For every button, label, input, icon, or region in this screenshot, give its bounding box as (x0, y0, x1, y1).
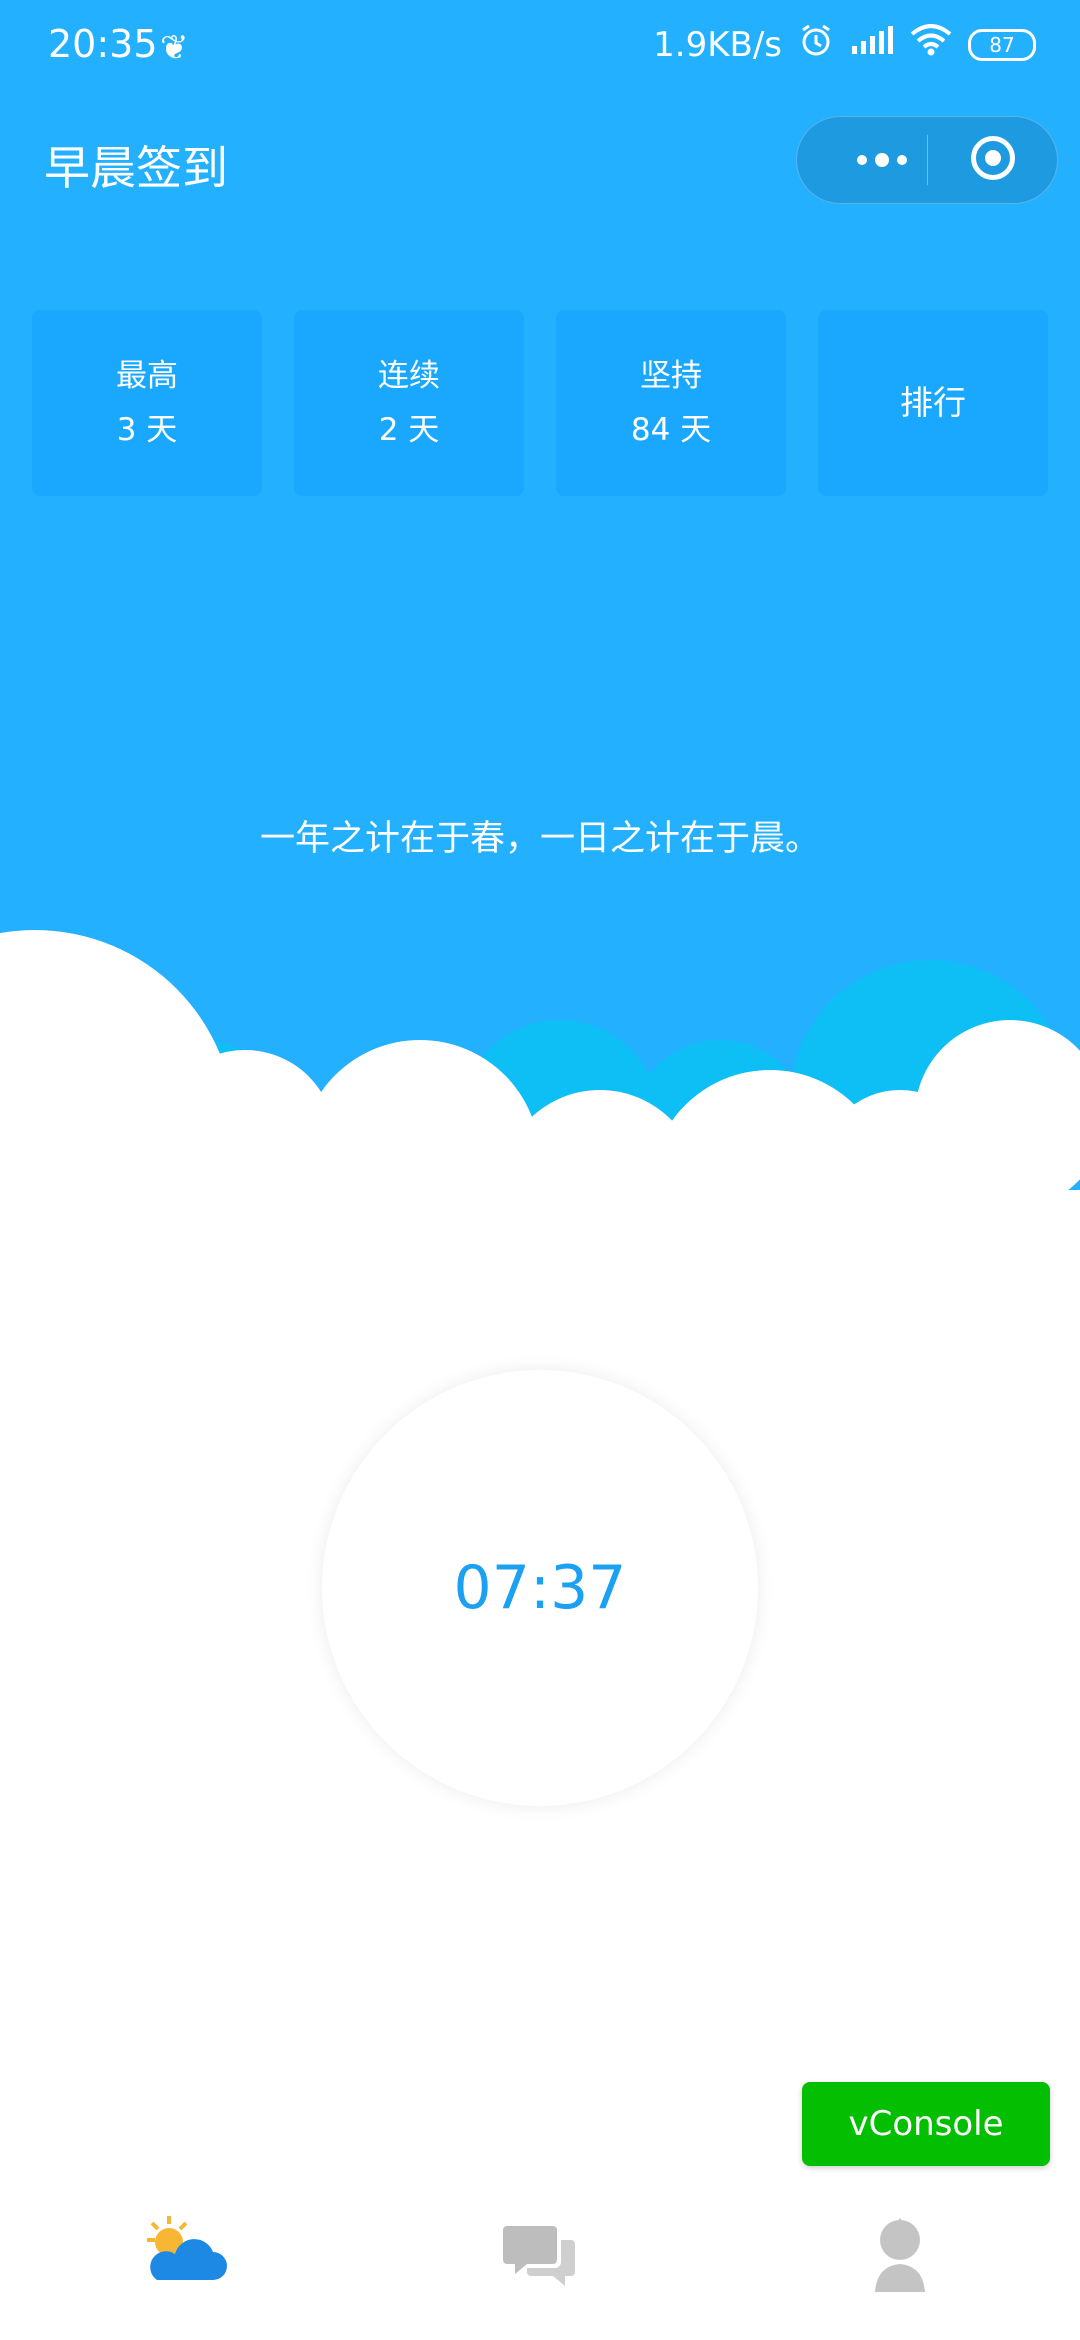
battery-icon: 87 (968, 28, 1036, 61)
mini-program-capsule (796, 116, 1058, 204)
clouds-illustration (0, 930, 1080, 1260)
status-time: 20:35 (48, 22, 158, 66)
status-right: 1.9KB/s 87 (653, 22, 1036, 67)
quote-text: 一年之计在于春，一日之计在于晨。 (259, 819, 820, 859)
more-dots-icon[interactable] (837, 143, 927, 177)
profile-icon (855, 2218, 945, 2304)
leaf-icon: ❦ (160, 28, 189, 68)
network-speed: 1.9KB/s (653, 24, 782, 65)
tab-profile[interactable] (855, 2210, 945, 2300)
tab-weather[interactable] (137, 2210, 227, 2300)
tab-messages[interactable] (495, 2210, 585, 2300)
stat-card-streak[interactable]: 连续 2 天 (294, 310, 524, 496)
stat-label: 最高 (116, 358, 178, 394)
tab-bar (0, 2190, 1080, 2340)
stat-card-total[interactable]: 坚持 84 天 (556, 310, 786, 496)
status-bar: 20:35 ❦ 1.9KB/s 87 (0, 0, 1080, 96)
alarm-icon (798, 22, 834, 67)
chat-icon (495, 2226, 585, 2304)
ranking-button[interactable]: 排行 (818, 310, 1048, 496)
clock-time: 07:37 (453, 1553, 627, 1623)
signal-icon (850, 25, 894, 65)
stat-card-highest[interactable]: 最高 3 天 (32, 310, 262, 496)
vconsole-button[interactable]: vConsole (802, 2082, 1050, 2166)
target-icon[interactable] (971, 136, 1015, 180)
wifi-icon (910, 24, 952, 65)
stat-value: 2 天 (378, 412, 440, 448)
stats-row: 最高 3 天 连续 2 天 坚持 84 天 排行 (32, 310, 1048, 496)
weather-icon (137, 2216, 227, 2304)
stat-value: 84 天 (630, 412, 712, 448)
page-title: 早晨签到 (44, 141, 228, 195)
stat-label: 坚持 (640, 358, 702, 394)
stat-label: 连续 (378, 358, 440, 394)
ranking-label: 排行 (900, 383, 966, 422)
checkin-clock-button[interactable]: 07:37 (322, 1370, 758, 1806)
capsule-divider (927, 135, 928, 185)
stat-value: 3 天 (116, 412, 178, 448)
